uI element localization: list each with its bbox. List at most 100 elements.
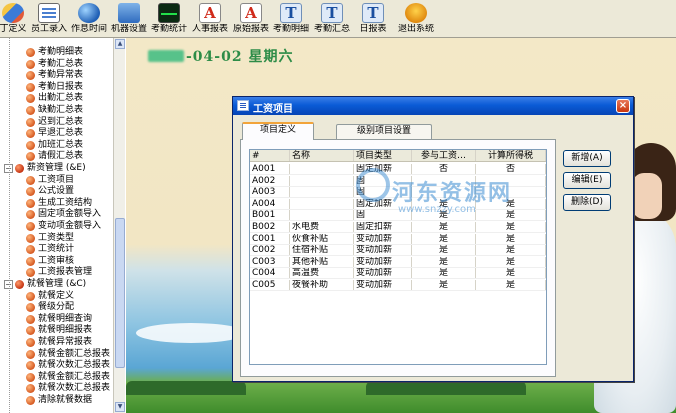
toolbar-button[interactable]: 作息时间: [70, 0, 108, 38]
column-header[interactable]: #: [250, 150, 290, 161]
table-row[interactable]: C002 住宿补贴 变动加薪是是: [250, 245, 546, 257]
tree-node-label: 就餐管理 (&C): [27, 279, 87, 289]
folder-node-icon: [15, 164, 24, 173]
tree-node-label: 就餐异常报表: [38, 337, 93, 347]
grid-header: # 名称 项目类型 参与工资… 计算所得税: [250, 150, 546, 162]
toolbar-button[interactable]: T 考勤汇总: [312, 0, 352, 38]
tree-node-label: 考勤汇总表: [38, 58, 84, 69]
leaf-node-icon: [26, 326, 35, 336]
table-row[interactable]: B002 水电费 固定扣薪是是: [250, 222, 546, 233]
toolbar-button[interactable]: T 日报表: [355, 0, 391, 38]
leaf-node-icon: [26, 361, 35, 371]
navigation-tree[interactable]: 考勤明细表 考勤汇总表 考勤异常表 考勤日报表 出勤汇总表 缺勤汇总表 迟到汇总表 早退汇总表…: [0, 38, 125, 413]
tree-node-label: 就餐定义: [38, 290, 75, 301]
leaf-node-icon: [26, 187, 35, 197]
tree-node-label: 清除就餐数据: [38, 395, 93, 405]
tree-node-label: 工资项目: [38, 174, 75, 185]
column-header[interactable]: 项目类型: [354, 150, 412, 161]
tree-node-label: 就餐金额汇总报表: [38, 371, 111, 382]
column-header[interactable]: 参与工资…: [412, 150, 476, 161]
table-cell: A003: [250, 187, 290, 198]
toolbar-button[interactable]: 退出系统: [395, 0, 437, 38]
scroll-up-arrow-icon[interactable]: ▲: [115, 39, 125, 49]
treeline-decoration: [366, 381, 526, 395]
tab-item-definition[interactable]: 项目定义: [242, 122, 314, 140]
column-header[interactable]: 计算所得税: [476, 150, 546, 161]
tab-level-item-settings[interactable]: 级别项目设置: [336, 124, 432, 139]
delete-button[interactable]: 删除(D): [563, 194, 611, 211]
dialog-titlebar[interactable]: 工资项目 ×: [233, 97, 633, 115]
edit-button[interactable]: 编辑(E): [563, 172, 611, 189]
table-row[interactable]: C001 伙食补贴 变动加薪是是: [250, 233, 546, 245]
leaf-node-icon: [26, 245, 35, 255]
dialog-title: 工资项目: [253, 104, 293, 115]
table-cell: 是: [476, 268, 546, 279]
toolbar-button[interactable]: 员工录入: [30, 0, 68, 38]
table-cell: [290, 198, 354, 209]
leaf-node-icon: [26, 140, 35, 150]
tree-node-label: 工资统计: [38, 244, 75, 255]
toolbar-button[interactable]: A 人事报表: [190, 0, 230, 38]
leaf-node-icon: [26, 94, 35, 104]
scroll-down-arrow-icon[interactable]: ▼: [115, 402, 125, 412]
watermark-text: 河东资源网: [392, 181, 513, 206]
tree-node-label: 餐级分配: [38, 302, 75, 313]
toolbar-button[interactable]: 考勤统计: [150, 0, 188, 38]
leaf-node-icon: [26, 233, 35, 243]
scrollbar-thumb[interactable]: [115, 218, 125, 368]
table-cell: 是: [412, 256, 476, 267]
leaf-node-icon: [26, 117, 35, 127]
toolbar-button[interactable]: 机器设置: [110, 0, 148, 38]
date-year-blur: [148, 50, 184, 62]
toolbar-button-label: 考勤汇总: [313, 24, 350, 34]
table-cell: 变动加薪: [354, 256, 412, 267]
date-banner: -04-02 星期六: [148, 46, 293, 66]
add-button[interactable]: 新增(A): [563, 150, 611, 167]
leaf-node-icon: [26, 384, 35, 394]
table-cell: 是: [476, 280, 546, 290]
table-cell: A002: [250, 175, 290, 186]
leaf-node-icon: [26, 175, 35, 185]
table-row[interactable]: C003 其他补贴 变动加薪是是: [250, 256, 546, 268]
table-cell: 是: [476, 233, 546, 244]
table-cell: 变动加薪: [354, 280, 412, 290]
tree-node-label: 迟到汇总表: [38, 116, 84, 127]
table-cell: 水电费: [290, 222, 354, 232]
toolbar-button[interactable]: T 考勤明细: [272, 0, 310, 38]
main-toolbar: 丁定义 员工录入 作息时间 机器设置 考勤统计 A 人事报表 A 原始报表 T 考勤明细 T 考勤汇总 T…: [0, 0, 676, 38]
tree-node-label: 薪资管理 (&E): [27, 163, 86, 173]
leaf-node-icon: [26, 396, 35, 405]
toolbar-button[interactable]: A 原始报表: [232, 0, 270, 38]
leaf-node-icon: [26, 82, 35, 92]
tree-node-label: 加班汇总表: [38, 139, 84, 150]
tree-node-label: 考勤异常表: [38, 70, 84, 81]
table-row[interactable]: A001 固定加薪否否: [250, 164, 546, 175]
column-header[interactable]: 名称: [290, 150, 354, 161]
table-cell: 是: [412, 280, 476, 290]
table-row[interactable]: C005 夜餐补助 变动加薪是是: [250, 280, 546, 291]
tree-node-label: 就餐金额汇总报表: [38, 348, 111, 359]
tree-node-label: 考勤明细表: [38, 47, 84, 57]
table-cell: [290, 164, 354, 174]
folder-node-icon: [15, 280, 24, 289]
tree-node-label: 早退汇总表: [38, 128, 84, 139]
report-a-icon: A: [199, 3, 221, 23]
tree-node-label: 变动项金额导入: [38, 221, 102, 231]
text-t-icon: T: [321, 3, 343, 23]
leaf-node-icon: [26, 349, 35, 359]
computer-icon: [118, 3, 140, 23]
text-t-icon: T: [362, 3, 384, 23]
leaf-node-icon: [26, 210, 35, 220]
leaf-node-icon: [26, 372, 35, 382]
toolbar-button[interactable]: 丁定义: [0, 0, 27, 38]
document-icon: [38, 3, 60, 23]
tree-node-label: 工资审核: [38, 255, 75, 266]
table-cell: 其他补贴: [290, 256, 354, 267]
table-cell: [290, 210, 354, 221]
tree-node-label: 请假汇总表: [38, 151, 84, 162]
tree-scrollbar[interactable]: ▲ ▼: [113, 38, 125, 413]
table-cell: 是: [476, 245, 546, 256]
close-button[interactable]: ×: [616, 99, 630, 113]
table-row[interactable]: C004 高温费 变动加薪是是: [250, 268, 546, 280]
waveform-icon: [158, 3, 180, 23]
